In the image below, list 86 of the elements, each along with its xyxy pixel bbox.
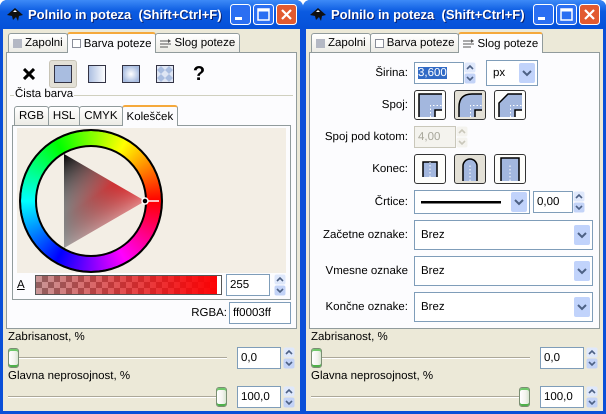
join-button[interactable] [494, 90, 526, 120]
field-label: Črtice: [374, 196, 408, 208]
field-label: Širina: [375, 67, 408, 79]
alpha-slider[interactable] [35, 275, 222, 295]
app-icon [7, 8, 23, 22]
app-icon [310, 8, 326, 22]
tab[interactable]: HSL [48, 106, 80, 125]
flat-swatch-icon [54, 65, 72, 83]
spin-buttons-icon[interactable] [464, 62, 476, 84]
spin-buttons-icon[interactable] [586, 386, 598, 408]
rgba-label: RGBA: [191, 307, 227, 319]
tab[interactable]: Zapolni [311, 33, 371, 52]
slider-label: Zabrisanost, % [311, 331, 389, 345]
tab[interactable]: CMYK [79, 106, 123, 125]
spin-buttons-icon[interactable] [274, 274, 286, 296]
slider-thumb[interactable] [8, 348, 19, 368]
field-label: Spoj: [382, 99, 408, 111]
field-label: Konec: [372, 163, 408, 175]
lines-icon [160, 38, 172, 48]
square-icon [316, 38, 325, 48]
cap-button[interactable] [414, 154, 446, 184]
tab[interactable]: Slog poteze [458, 32, 544, 53]
slider-label: Zabrisanost, % [8, 331, 86, 345]
window-title: Polnilo in poteza (Shift+Ctrl+F) [28, 7, 223, 22]
pattern-icon [156, 65, 174, 83]
lines-icon [463, 39, 474, 48]
marker-dropdown[interactable]: Brez [414, 220, 593, 250]
tab[interactable]: Barva poteze [370, 33, 460, 52]
spin-buttons-icon[interactable] [573, 191, 585, 213]
color-wheel-drawing[interactable] [19, 129, 163, 273]
number-field[interactable]: 0,0 [540, 347, 584, 369]
tab[interactable]: Zapolni [8, 33, 68, 52]
group-label: Čista barva [14, 88, 74, 100]
x-icon [23, 68, 35, 80]
radial-gradient-icon [122, 65, 140, 83]
field-label: Začetne oznake: [322, 229, 408, 241]
rgba-field[interactable]: ff0003ff [229, 302, 291, 324]
round-join-icon [456, 91, 484, 119]
alpha-slider-thumb[interactable] [217, 276, 221, 294]
alpha-label: A [17, 279, 26, 291]
tab[interactable]: Slog poteze [155, 33, 240, 52]
field-label: Končne oznake: [326, 301, 408, 313]
solid-line-icon [421, 200, 501, 204]
outline-square-icon [72, 39, 81, 48]
number-field[interactable]: 100,0 [540, 386, 584, 408]
number-field[interactable]: 255 [226, 274, 270, 296]
field-label: Vmesne oznake [326, 265, 408, 277]
slider-label: Glavna neprosojnost, % [8, 370, 132, 384]
spin-buttons-icon[interactable] [586, 347, 598, 369]
unit-dropdown[interactable]: px [486, 60, 538, 86]
minimize-icon[interactable] [230, 4, 251, 25]
field-label: Spoj pod kotom: [324, 131, 408, 143]
tab[interactable]: Barva poteze [66, 32, 156, 53]
join-button[interactable] [454, 90, 486, 120]
marker-dropdown[interactable]: Brez [414, 256, 593, 286]
close-icon[interactable] [276, 4, 297, 25]
bevel-join-icon [496, 91, 524, 119]
paint-type-button[interactable] [49, 60, 77, 88]
dash-dropdown[interactable] [414, 190, 530, 214]
maximize-icon[interactable] [253, 4, 274, 25]
minimize-icon[interactable] [533, 4, 554, 25]
tab[interactable]: Kolešček [122, 105, 178, 126]
join-button[interactable] [414, 90, 446, 120]
linear-gradient-icon [88, 65, 106, 83]
maximize-icon[interactable] [556, 4, 577, 25]
slider-thumb[interactable] [519, 387, 530, 407]
outline-square-icon [374, 38, 384, 48]
number-field[interactable]: 0,00 [533, 191, 573, 213]
paint-type-button[interactable]: ? [185, 60, 213, 88]
spin-buttons-icon[interactable] [283, 347, 295, 369]
cap-button[interactable] [494, 154, 526, 184]
cap-button[interactable] [454, 154, 486, 184]
butt-cap-icon [422, 160, 438, 178]
number-field[interactable]: 0,0 [237, 347, 281, 369]
spin-buttons-icon[interactable] [283, 386, 295, 408]
number-field[interactable]: 100,0 [237, 386, 281, 408]
slider-thumb[interactable] [311, 348, 322, 368]
square-icon [13, 38, 22, 48]
tab[interactable]: RGB [14, 106, 49, 125]
marker-dropdown[interactable]: Brez [414, 292, 593, 322]
close-icon[interactable] [579, 4, 600, 25]
window-title: Polnilo in poteza (Shift+Ctrl+F) [331, 7, 526, 22]
width-field[interactable]: 3,600 [414, 62, 464, 84]
slider-thumb[interactable] [216, 387, 227, 407]
slider-label: Glavna neprosojnost, % [311, 370, 434, 384]
miter-join-icon [416, 91, 444, 119]
